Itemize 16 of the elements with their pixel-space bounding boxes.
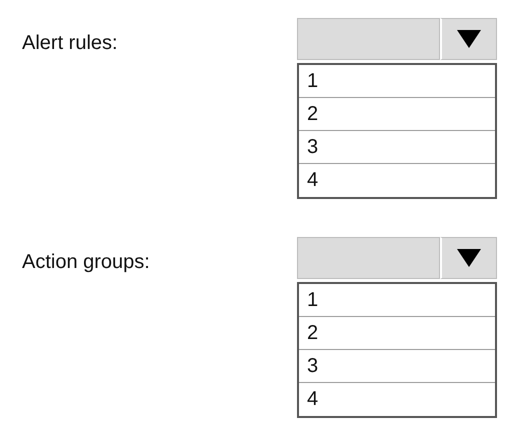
dropdown-button[interactable] <box>440 18 497 60</box>
dropdown-button[interactable] <box>440 237 497 279</box>
option-item[interactable]: 2 <box>299 317 495 350</box>
option-item[interactable]: 4 <box>299 164 495 197</box>
option-item[interactable]: 1 <box>299 284 495 317</box>
option-item[interactable]: 3 <box>299 350 495 383</box>
question-label: Action groups: <box>22 251 151 274</box>
caret-icon <box>457 249 481 267</box>
option-item[interactable]: 1 <box>299 65 495 98</box>
dropdown-field[interactable] <box>297 237 440 279</box>
caret-icon <box>457 30 481 48</box>
question-label: Alert rules: <box>22 32 119 55</box>
dropdown-field[interactable] <box>297 18 440 60</box>
option-item[interactable]: 4 <box>299 383 495 416</box>
option-item[interactable]: 2 <box>299 98 495 131</box>
option-item[interactable]: 3 <box>299 131 495 164</box>
